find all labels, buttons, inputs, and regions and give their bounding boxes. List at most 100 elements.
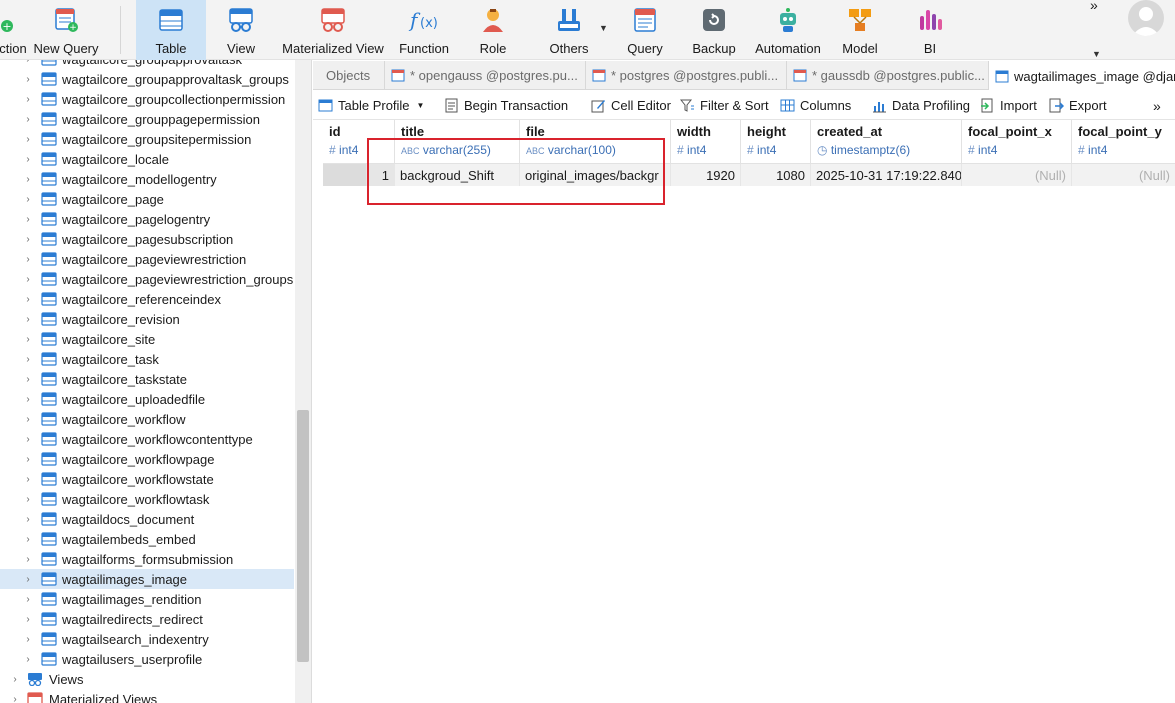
tree-item[interactable]: › wagtailcore_groupcollectionpermission bbox=[0, 89, 294, 109]
chevron-right-icon[interactable]: › bbox=[23, 314, 33, 325]
chevron-right-icon[interactable]: › bbox=[10, 674, 20, 685]
view-button[interactable]: View bbox=[212, 0, 270, 60]
objbar-overflow-button[interactable]: » bbox=[1153, 91, 1161, 120]
chevron-right-icon[interactable]: › bbox=[23, 594, 33, 605]
tree-item[interactable]: › wagtailembeds_embed bbox=[0, 529, 294, 549]
query-button[interactable]: Query bbox=[618, 0, 672, 60]
chevron-right-icon[interactable]: › bbox=[23, 274, 33, 285]
chevron-right-icon[interactable]: › bbox=[23, 574, 33, 585]
tree-item[interactable]: › wagtailredirects_redirect bbox=[0, 609, 294, 629]
chevron-right-icon[interactable]: › bbox=[23, 654, 33, 665]
tree-item[interactable]: › wagtailcore_workflow bbox=[0, 409, 294, 429]
tree-item[interactable]: › wagtailimages_image bbox=[0, 569, 294, 589]
begin-transaction-button[interactable]: Begin Transaction bbox=[444, 91, 568, 120]
chevron-right-icon[interactable]: › bbox=[10, 694, 20, 703]
tree-item[interactable]: › wagtailcore_groupapprovaltask bbox=[0, 60, 294, 69]
tree-item[interactable]: › wagtailcore_workflowtask bbox=[0, 489, 294, 509]
chevron-right-icon[interactable]: › bbox=[23, 554, 33, 565]
new-query-button[interactable]: + New Query bbox=[30, 0, 102, 60]
tree-item[interactable]: › wagtailusers_userprofile bbox=[0, 649, 294, 669]
toolbar-overflow-button[interactable]: » bbox=[1090, 0, 1098, 13]
tree-item[interactable]: › wagtailcore_locale bbox=[0, 149, 294, 169]
tab-objects[interactable]: Objects bbox=[313, 61, 385, 90]
chevron-right-icon[interactable]: › bbox=[23, 394, 33, 405]
tree-item[interactable]: › wagtailcore_referenceindex bbox=[0, 289, 294, 309]
column-header-focal-point-x[interactable]: focal_point_x # int4 bbox=[962, 120, 1072, 164]
chevron-right-icon[interactable]: › bbox=[23, 614, 33, 625]
tree-item[interactable]: › wagtaildocs_document bbox=[0, 509, 294, 529]
tree-group-materialized-views[interactable]: › Materialized Views bbox=[0, 689, 294, 703]
tree-item[interactable]: › wagtailsearch_indexentry bbox=[0, 629, 294, 649]
chevron-right-icon[interactable]: › bbox=[23, 534, 33, 545]
others-button[interactable]: Others bbox=[540, 0, 598, 60]
table-cell-width[interactable]: 1920 bbox=[671, 164, 741, 186]
tree-item[interactable]: › wagtailcore_grouppagepermission bbox=[0, 109, 294, 129]
chevron-right-icon[interactable]: › bbox=[23, 114, 33, 125]
bi-button[interactable]: BI bbox=[908, 0, 952, 60]
chevron-right-icon[interactable]: › bbox=[23, 494, 33, 505]
automation-button[interactable]: Automation bbox=[752, 0, 824, 60]
chevron-right-icon[interactable]: › bbox=[23, 454, 33, 465]
table-button[interactable]: Table bbox=[136, 0, 206, 60]
table-cell-height[interactable]: 1080 bbox=[741, 164, 811, 186]
tab-postgres-query[interactable]: * postgres @postgres.publi... bbox=[586, 61, 787, 90]
chevron-right-icon[interactable]: › bbox=[23, 214, 33, 225]
chevron-right-icon[interactable]: › bbox=[23, 134, 33, 145]
tab-wagtailimages-image[interactable]: wagtailimages_image @djan bbox=[989, 61, 1175, 91]
chevron-right-icon[interactable]: › bbox=[23, 174, 33, 185]
cell-editor-button[interactable]: Cell Editor bbox=[591, 91, 671, 120]
tree-item[interactable]: › wagtailcore_pageviewrestriction bbox=[0, 249, 294, 269]
tree-item[interactable]: › wagtailcore_pagelogentry bbox=[0, 209, 294, 229]
chevron-right-icon[interactable]: › bbox=[23, 154, 33, 165]
table-profile-button[interactable]: Table Profile ▼ bbox=[318, 91, 424, 120]
tab-opengauss-query[interactable]: * opengauss @postgres.pu... bbox=[385, 61, 586, 90]
tree-item[interactable]: › wagtailcore_groupapprovaltask_groups bbox=[0, 69, 294, 89]
column-header-width[interactable]: width # int4 bbox=[671, 120, 741, 164]
column-header-created-at[interactable]: created_at ◷ timestamptz(6) bbox=[811, 120, 962, 164]
chevron-right-icon[interactable]: › bbox=[23, 514, 33, 525]
tree-item[interactable]: › wagtailcore_task bbox=[0, 349, 294, 369]
filter-sort-button[interactable]: Filter & Sort bbox=[680, 91, 769, 120]
backup-button[interactable]: Backup bbox=[688, 0, 740, 60]
column-header-focal-point-y[interactable]: focal_point_y # int4 bbox=[1072, 120, 1175, 164]
column-header-height[interactable]: height # int4 bbox=[741, 120, 811, 164]
chevron-right-icon[interactable]: › bbox=[23, 414, 33, 425]
tree-item[interactable]: › wagtailcore_groupsitepermission bbox=[0, 129, 294, 149]
tree-item[interactable]: › wagtailcore_pagesubscription bbox=[0, 229, 294, 249]
tree-item[interactable]: › wagtailcore_pageviewrestriction_groups bbox=[0, 269, 294, 289]
connection-button[interactable]: + ction bbox=[0, 0, 30, 60]
chevron-right-icon[interactable]: › bbox=[23, 254, 33, 265]
chevron-right-icon[interactable]: › bbox=[23, 434, 33, 445]
tree-item[interactable]: › wagtailcore_modellogentry bbox=[0, 169, 294, 189]
chevron-right-icon[interactable]: › bbox=[23, 474, 33, 485]
tree-item[interactable]: › wagtailforms_formsubmission bbox=[0, 549, 294, 569]
role-button[interactable]: Role bbox=[466, 0, 520, 60]
chevron-right-icon[interactable]: › bbox=[23, 194, 33, 205]
columns-button[interactable]: Columns bbox=[780, 91, 851, 120]
export-button[interactable]: Export bbox=[1049, 91, 1107, 120]
row-selector[interactable] bbox=[323, 164, 367, 186]
model-button[interactable]: Model bbox=[834, 0, 886, 60]
tree-item[interactable]: › wagtailcore_workflowpage bbox=[0, 449, 294, 469]
chevron-right-icon[interactable]: › bbox=[23, 234, 33, 245]
tree-item[interactable]: › wagtailcore_page bbox=[0, 189, 294, 209]
table-cell-created-at[interactable]: 2025-10-31 17:19:22.840 bbox=[811, 164, 962, 186]
materialized-view-button[interactable]: Materialized View bbox=[280, 0, 386, 60]
tree-group-views[interactable]: › Views bbox=[0, 669, 294, 689]
chevron-right-icon[interactable]: › bbox=[23, 374, 33, 385]
others-dropdown-icon[interactable]: ▼ bbox=[599, 23, 608, 33]
tree-item[interactable]: › wagtailcore_site bbox=[0, 329, 294, 349]
tree-item[interactable]: › wagtailcore_uploadedfile bbox=[0, 389, 294, 409]
chevron-right-icon[interactable]: › bbox=[23, 354, 33, 365]
chevron-right-icon[interactable]: › bbox=[23, 634, 33, 645]
tree-item[interactable]: › wagtailcore_revision bbox=[0, 309, 294, 329]
tree-item[interactable]: › wagtailcore_workflowstate bbox=[0, 469, 294, 489]
tab-gaussdb-query[interactable]: * gaussdb @postgres.public... bbox=[787, 61, 989, 90]
chevron-right-icon[interactable]: › bbox=[23, 74, 33, 85]
table-cell-focal-point-y[interactable]: (Null) bbox=[1072, 164, 1175, 186]
avatar[interactable] bbox=[1128, 0, 1164, 36]
tree-item[interactable]: › wagtailcore_taskstate bbox=[0, 369, 294, 389]
tree-item[interactable]: › wagtailimages_rendition bbox=[0, 589, 294, 609]
table-cell-focal-point-x[interactable]: (Null) bbox=[962, 164, 1072, 186]
chevron-right-icon[interactable]: › bbox=[23, 94, 33, 105]
